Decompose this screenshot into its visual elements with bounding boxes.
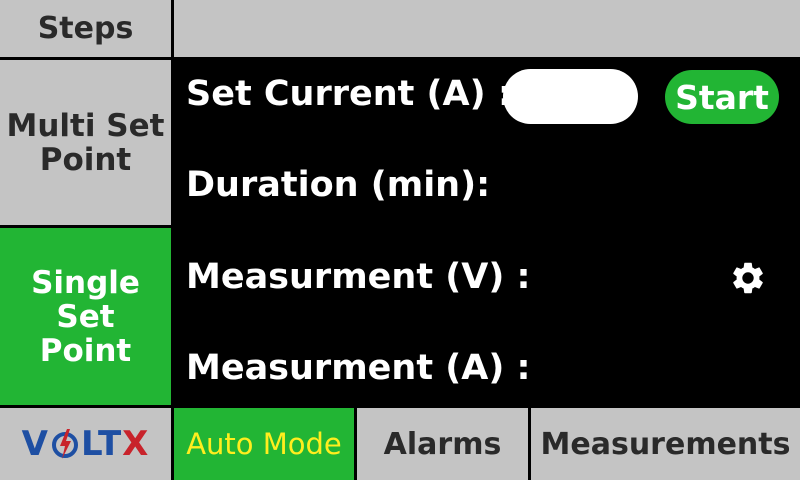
logo-bolt-o-icon	[51, 429, 78, 459]
measurement-voltage-label: Measurment (V) :	[186, 257, 531, 297]
start-button[interactable]: Start	[665, 70, 779, 124]
tab-auto-mode[interactable]: Auto Mode	[174, 408, 354, 480]
logo-letter-v: V	[21, 424, 49, 464]
gear-icon[interactable]	[729, 259, 767, 297]
multi-set-point-label-line2: Point	[39, 141, 132, 178]
single-set-point-label-line1: Single Set	[31, 264, 140, 335]
single-set-point-label-line2: Point	[39, 332, 132, 369]
single-set-point-button[interactable]: Single Set Point	[0, 228, 171, 405]
top-bar	[174, 0, 800, 57]
logo-letter-x: X	[122, 424, 150, 464]
tab-measurements[interactable]: Measurements	[531, 408, 800, 480]
tab-alarms[interactable]: Alarms	[357, 408, 528, 480]
logo-letters-lt: LT	[80, 424, 123, 464]
voltx-logo: V LT X	[0, 408, 171, 480]
set-current-input[interactable]	[503, 69, 638, 124]
duration-label: Duration (min):	[186, 165, 491, 205]
main-panel: Set Current (A) : Start Duration (min): …	[174, 60, 800, 405]
multi-set-point-label-line1: Multi Set	[6, 107, 165, 144]
steps-header: Steps	[0, 0, 171, 57]
measurement-current-label: Measurment (A) :	[186, 348, 531, 388]
set-current-label: Set Current (A) :	[186, 74, 512, 114]
multi-set-point-button[interactable]: Multi Set Point	[0, 60, 171, 225]
